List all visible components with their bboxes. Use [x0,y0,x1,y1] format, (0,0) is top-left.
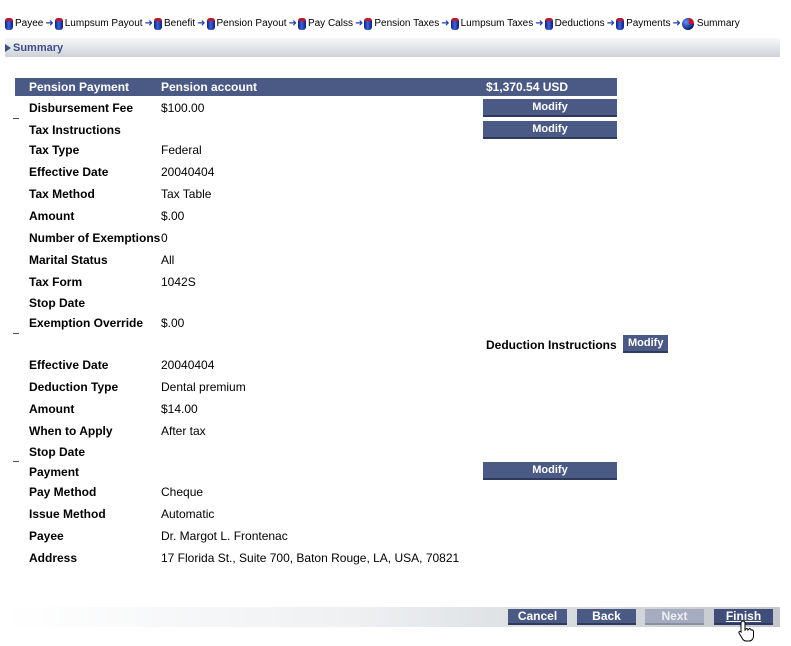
field-label: Payee [29,529,64,543]
pension-amount: $1,370.54 USD [486,80,569,94]
cylinder-icon [54,17,63,30]
cylinder-icon [206,17,215,30]
wizard-steps: Payee ➜ Lumpsum Payout ➜ Benefit ➜ Pensi… [5,16,740,31]
step-lumpsum-payout[interactable]: Lumpsum Payout [54,17,143,30]
cylinder-icon [544,17,553,30]
arrow-right-icon: ➜ [288,18,297,29]
triangle-right-icon [5,43,11,52]
field-value: 20040404 [161,358,215,372]
step-label: Pay Calss [307,18,353,29]
cylinder-icon [5,17,13,30]
tax-instructions-title: Tax Instructions [29,123,121,137]
cylinder-icon [450,17,459,30]
arrow-right-icon: ➜ [606,18,616,29]
field-value: 17 Florida St., Suite 700, Baton Rouge, … [161,551,460,565]
step-label: Lumpsum Taxes [460,18,534,29]
step-label: Payments [626,18,671,29]
next-button[interactable]: Next [645,609,704,625]
pension-payment-label: Pension Payment [29,80,130,94]
step-label: Payee [15,18,44,29]
field-label: Pay Method [29,485,97,499]
field-label: Amount [29,209,75,223]
step-lumpsum-taxes[interactable]: Lumpsum Taxes [450,17,534,30]
hand-pointer-icon [738,620,754,642]
cylinder-icon [616,17,625,30]
field-label: Amount [29,402,75,416]
arrow-right-icon: ➜ [672,18,681,29]
deduction-instructions-title: Deduction Instructions [486,338,617,352]
section-header: Summary [5,38,780,57]
field-label: Deduction Type [29,380,119,394]
divider [13,118,19,119]
field-value: 0 [161,231,168,245]
field-value: After tax [161,424,206,438]
field-value: Dr. Margot L. Frontenac [161,529,288,543]
step-summary[interactable]: Summary [681,17,740,30]
arrow-right-icon: ➜ [535,18,544,29]
step-payee[interactable]: Payee [5,17,44,30]
field-label: Issue Method [29,507,106,521]
step-deductions[interactable]: Deductions [544,17,605,30]
cancel-button[interactable]: Cancel [508,609,567,625]
field-value: Automatic [161,507,215,521]
step-benefit[interactable]: Benefit [153,17,196,30]
field-value: 20040404 [161,165,215,179]
current-step-icon [681,17,694,30]
step-pension-taxes[interactable]: Pension Taxes [364,17,440,30]
field-value: Tax Table [161,187,212,201]
arrow-right-icon: ➜ [354,18,364,29]
cylinder-icon [153,17,162,30]
field-label: Tax Method [29,187,95,201]
field-value: $14.00 [161,402,198,416]
pension-account-label: Pension account [161,80,258,94]
modify-tax-button[interactable]: Modify [483,121,617,139]
arrow-right-icon: ➜ [144,18,153,29]
step-payments[interactable]: Payments [616,17,671,30]
arrow-right-icon: ➜ [197,18,206,29]
field-value: Dental premium [161,380,246,394]
arrow-right-icon: ➜ [441,18,450,29]
field-label: Effective Date [29,358,109,372]
field-label: Effective Date [29,165,109,179]
field-label: Tax Type [29,143,80,157]
field-label: Exemption Override [29,316,144,330]
field-label: When to Apply [29,424,113,438]
field-label: Address [29,551,78,565]
modify-deduction-button[interactable]: Modify [623,335,669,353]
step-pension-payout[interactable]: Pension Payout [206,17,287,30]
arrow-right-icon: ➜ [45,18,54,29]
cylinder-icon [364,17,373,30]
field-value: Federal [161,143,202,157]
field-value: $100.00 [161,101,205,115]
pension-payment-header: Pension Payment Pension account $1,370.5… [15,78,617,96]
payment-title: Payment [29,465,80,479]
step-pay-calss[interactable]: Pay Calss [297,17,353,30]
field-label: Stop Date [29,445,86,459]
step-label: Pension Payout [216,18,287,29]
modify-payment-button[interactable]: Modify [483,462,617,480]
field-value: All [161,253,175,267]
back-button[interactable]: Back [577,609,636,625]
divider [13,333,19,334]
cylinder-icon [297,17,306,30]
field-value: Cheque [161,485,204,499]
field-label: Disbursement Fee [29,101,134,115]
field-value: $.00 [161,316,185,330]
step-label: Benefit [163,18,196,29]
field-label: Marital Status [29,253,108,267]
step-label: Deductions [554,18,605,29]
divider [13,461,19,462]
section-title: Summary [13,41,64,54]
field-label: Number of Exemptions [29,231,161,245]
modify-disbursement-button[interactable]: Modify [483,99,617,117]
field-value: $.00 [161,209,185,223]
step-label: Pension Taxes [374,18,440,29]
field-label: Tax Form [29,275,83,289]
field-value: 1042S [161,275,196,289]
step-label: Summary [696,18,740,29]
field-label: Stop Date [29,296,86,310]
step-label: Lumpsum Payout [64,18,143,29]
